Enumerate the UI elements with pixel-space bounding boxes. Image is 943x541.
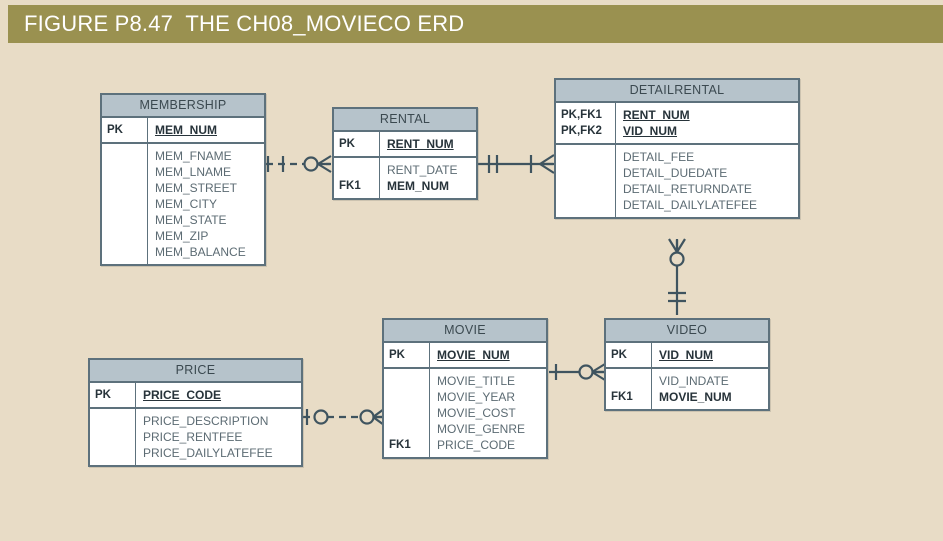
entity-membership-keys: PK MEM_NUM [102,118,264,142]
key-label: PK [107,124,123,136]
attribute: DETAIL_DAILYLATEFEE [623,198,758,212]
pk-attribute: RENT_NUM [387,137,454,151]
attribute: MEM_CITY [155,197,218,211]
entity-movie[interactable]: MOVIE PK MOVIE_NUM FK1 MOVIE_TITLE MOVIE… [382,318,548,459]
entity-price-key-labels: PK [90,383,136,407]
attribute: VID_INDATE [659,374,729,388]
key-label: PK,FK2 [561,125,602,137]
attribute: MEM_FNAME [155,149,232,163]
entity-movie-keys: PK MOVIE_NUM [384,343,546,367]
entity-movie-attrs: FK1 MOVIE_TITLE MOVIE_YEAR MOVIE_COST MO… [384,367,546,457]
fk-attribute: MEM_NUM [387,179,449,193]
entity-rental-title: RENTAL [334,109,476,132]
key-label: FK1 [339,180,361,192]
entity-membership[interactable]: MEMBERSHIP PK MEM_NUM MEM_FNAME MEM_LNAM… [100,93,266,266]
pk-attribute: VID_NUM [623,124,678,138]
key-label [107,148,147,164]
entity-video-attrs: FK1 VID_INDATE MOVIE_NUM [606,367,768,409]
attribute: MOVIE_TITLE [437,374,516,388]
entity-rental-attr-key-labels: FK1 [334,158,380,198]
key-label: FK1 [611,391,633,403]
key-label: PK,FK1 [561,109,602,121]
entity-membership-title: MEMBERSHIP [102,95,264,118]
entity-video-attr-key-labels: FK1 [606,369,652,409]
entity-rental-attrs: FK1 RENT_DATE MEM_NUM [334,156,476,198]
entity-membership-attr-list: MEM_FNAME MEM_LNAME MEM_STREET MEM_CITY … [148,144,264,264]
entity-rental-key-attrs: RENT_NUM [380,132,476,156]
entity-video[interactable]: VIDEO PK VID_NUM FK1 VID_INDATE MOVIE_NU… [604,318,770,411]
pk-attribute: PRICE_CODE [143,388,222,402]
entity-price-attr-key-labels [90,409,136,465]
relationship-membership-rental [266,155,332,173]
entity-rental-keys: PK RENT_NUM [334,132,476,156]
attribute: MOVIE_GENRE [437,422,526,436]
entity-detailrental[interactable]: DETAILRENTAL PK,FK1 PK,FK2 RENT_NUM VID_… [554,78,800,219]
entity-price-title: PRICE [90,360,301,383]
figure-title-bar: FIGURE P8.47 THE CH08_MOVIECO ERD [8,5,943,43]
attribute: MOVIE_COST [437,406,516,420]
key-label [561,149,615,165]
attribute: MEM_STREET [155,181,238,195]
pk-attribute: MEM_NUM [155,123,217,137]
entity-detailrental-attr-list: DETAIL_FEE DETAIL_DUEDATE DETAIL_RETURND… [616,145,798,217]
key-label: PK [95,389,111,401]
attribute: MOVIE_YEAR [437,390,516,404]
entity-detailrental-key-attrs: RENT_NUM VID_NUM [616,103,798,143]
relationship-movie-video [549,363,606,381]
entity-price-attr-list: PRICE_DESCRIPTION PRICE_RENTFEE PRICE_DA… [136,409,301,465]
pk-attribute: VID_NUM [659,348,714,362]
pk-attribute: MOVIE_NUM [437,348,510,362]
fk-attribute: MOVIE_NUM [659,390,732,404]
attribute: DETAIL_RETURNDATE [623,182,752,196]
figure-title-text: FIGURE P8.47 THE CH08_MOVIECO ERD [24,11,465,36]
entity-video-keys: PK VID_NUM [606,343,768,367]
relationship-video-detailrental [668,238,686,315]
entity-movie-attr-key-labels: FK1 [384,369,430,457]
entity-membership-key-attrs: MEM_NUM [148,118,264,142]
attribute: DETAIL_FEE [623,150,695,164]
relationship-price-movie [303,408,385,426]
entity-video-attr-list: VID_INDATE MOVIE_NUM [652,369,768,409]
entity-rental-key-labels: PK [334,132,380,156]
entity-rental[interactable]: RENTAL PK RENT_NUM FK1 RENT_DATE MEM_NUM [332,107,478,200]
entity-detailrental-keys: PK,FK1 PK,FK2 RENT_NUM VID_NUM [556,103,798,143]
attribute: PRICE_DESCRIPTION [143,414,269,428]
key-label: FK1 [389,439,411,451]
attribute: RENT_DATE [387,163,458,177]
attribute: PRICE_RENTFEE [143,430,243,444]
attribute: MEM_ZIP [155,229,209,243]
entity-price-key-attrs: PRICE_CODE [136,383,301,407]
entity-price[interactable]: PRICE PK PRICE_CODE PRICE_DESCRIPTION PR… [88,358,303,467]
entity-rental-attr-list: RENT_DATE MEM_NUM [380,158,476,198]
key-label: PK [611,349,627,361]
attribute: MEM_STATE [155,213,227,227]
entity-detailrental-key-labels: PK,FK1 PK,FK2 [556,103,616,143]
entity-price-attrs: PRICE_DESCRIPTION PRICE_RENTFEE PRICE_DA… [90,407,301,465]
entity-price-keys: PK PRICE_CODE [90,383,301,407]
key-label: PK [339,138,355,150]
entity-detailrental-title: DETAILRENTAL [556,80,798,103]
entity-movie-attr-list: MOVIE_TITLE MOVIE_YEAR MOVIE_COST MOVIE_… [430,369,546,457]
relationship-rental-detailrental [478,154,555,174]
entity-video-key-attrs: VID_NUM [652,343,768,367]
attribute: DETAIL_DUEDATE [623,166,728,180]
attribute: PRICE_DAILYLATEFEE [143,446,273,460]
entity-movie-key-attrs: MOVIE_NUM [430,343,546,367]
entity-detailrental-attr-key-labels [556,145,616,217]
entity-video-title: VIDEO [606,320,768,343]
entity-membership-key-labels: PK [102,118,148,142]
attribute: MEM_LNAME [155,165,232,179]
entity-detailrental-attrs: DETAIL_FEE DETAIL_DUEDATE DETAIL_RETURND… [556,143,798,217]
key-label [95,413,135,429]
entity-movie-title: MOVIE [384,320,546,343]
entity-video-key-labels: PK [606,343,652,367]
erd-canvas: MEMBERSHIP PK MEM_NUM MEM_FNAME MEM_LNAM… [0,43,943,541]
entity-membership-attrs: MEM_FNAME MEM_LNAME MEM_STREET MEM_CITY … [102,142,264,264]
entity-membership-attr-key-labels [102,144,148,264]
entity-movie-key-labels: PK [384,343,430,367]
pk-attribute: RENT_NUM [623,108,690,122]
key-label: PK [389,349,405,361]
attribute: MEM_BALANCE [155,245,246,259]
attribute: PRICE_CODE [437,438,516,452]
